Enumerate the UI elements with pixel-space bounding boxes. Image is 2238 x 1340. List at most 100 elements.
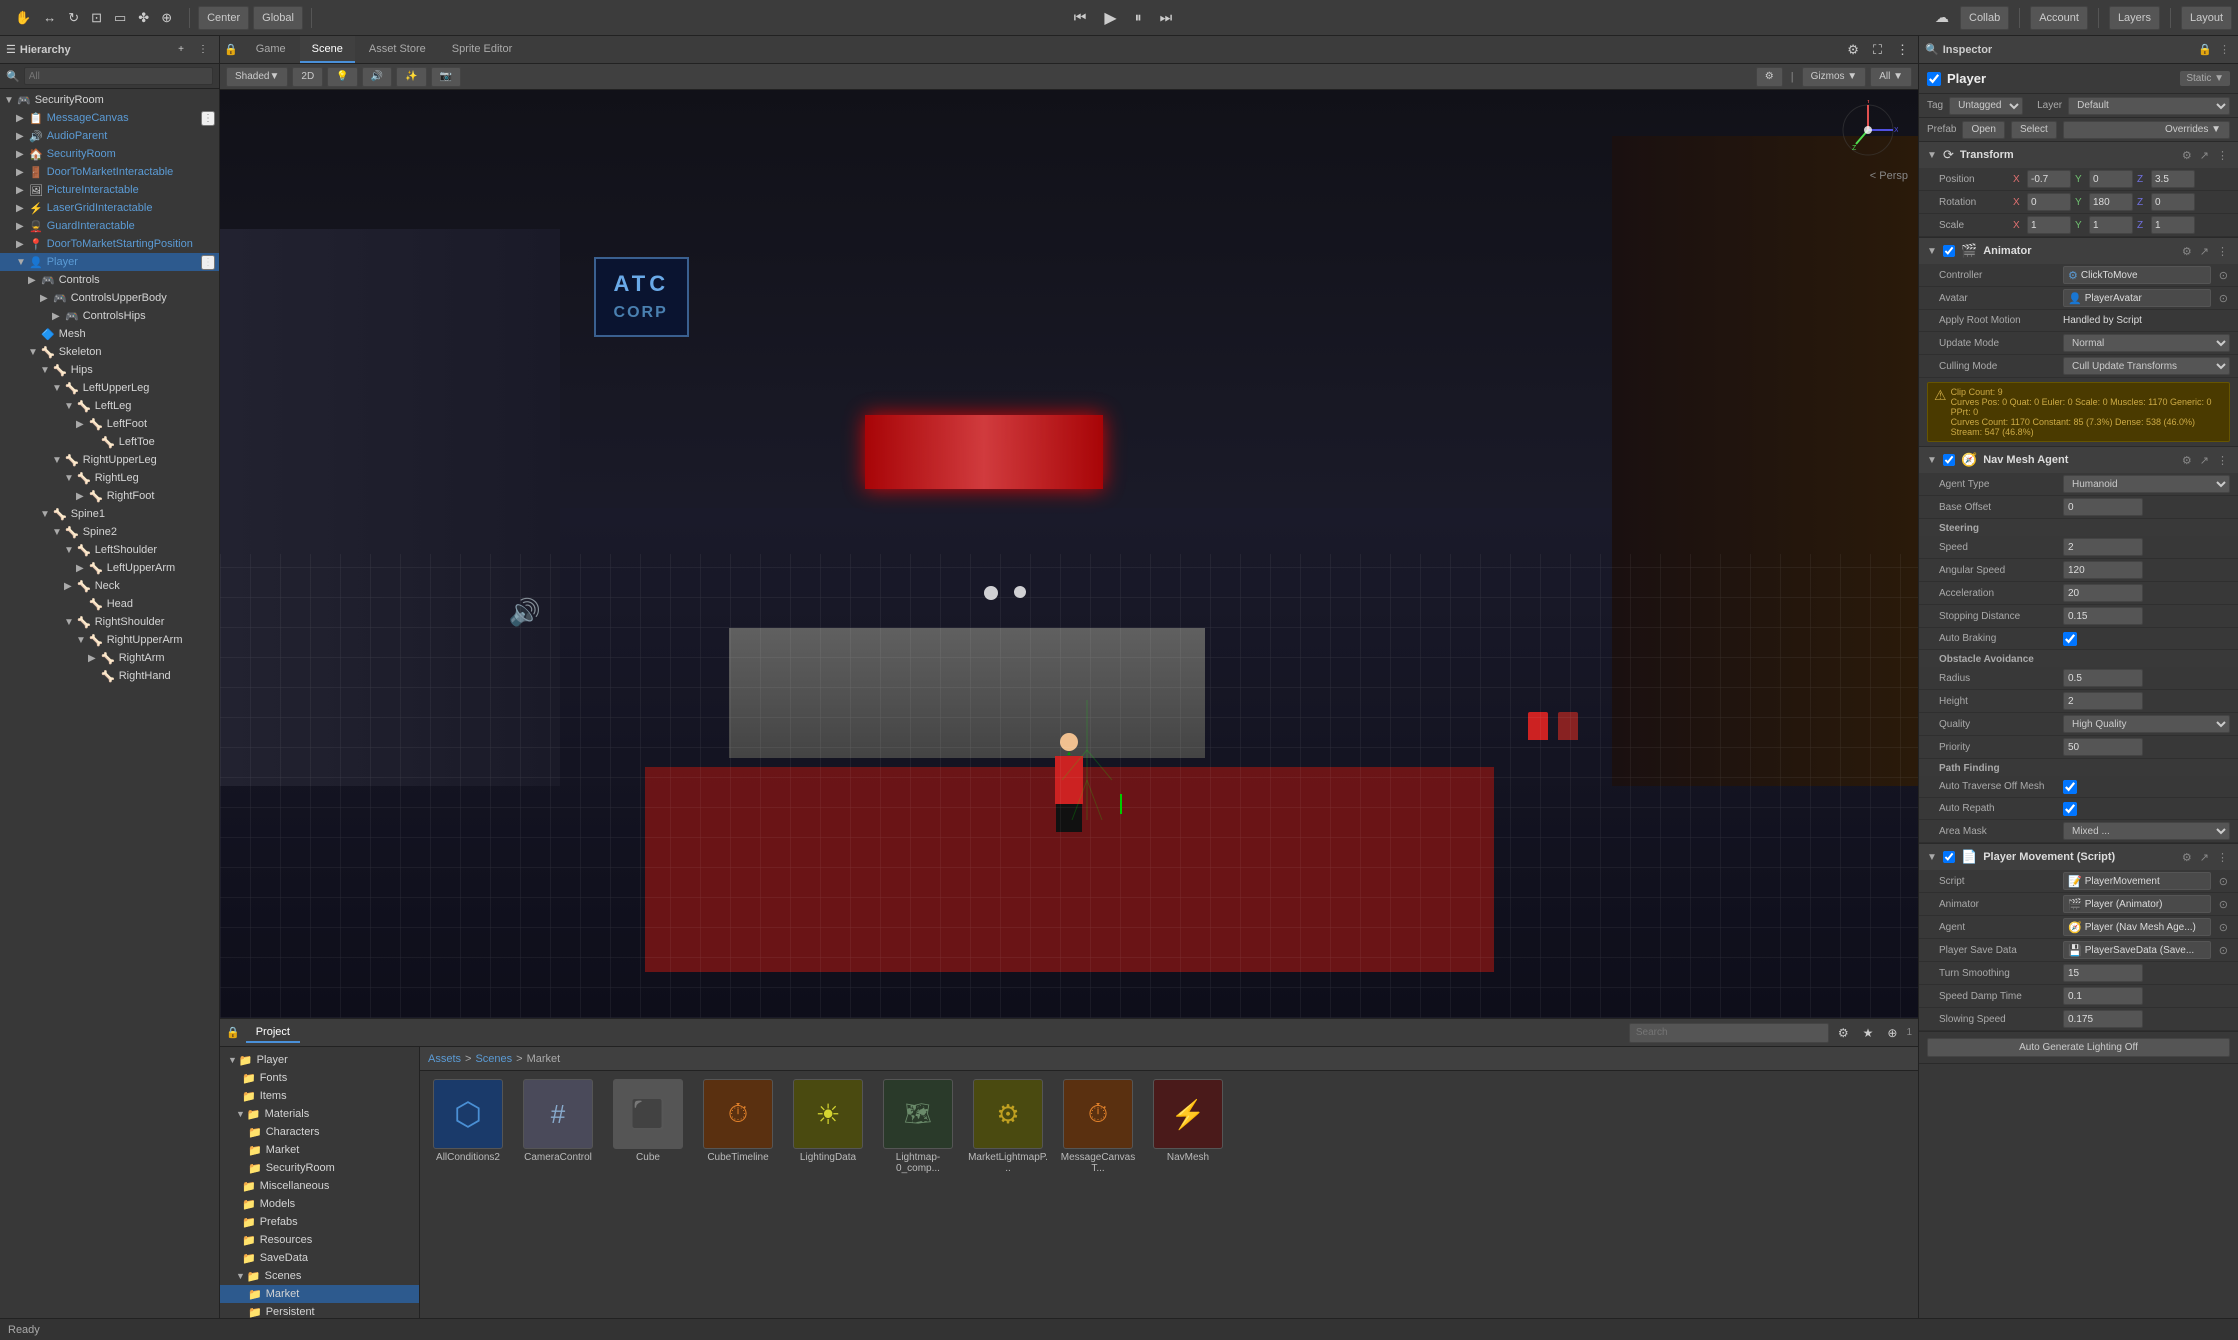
comp-ref-btn[interactable]: ↗ bbox=[2198, 245, 2211, 258]
hierarchy-item-player[interactable]: ▼ 👤 Player ⋮ bbox=[0, 253, 219, 271]
obj-enabled-checkbox[interactable] bbox=[1927, 72, 1941, 86]
asset-item-messagecanvas[interactable]: ⏱ MessageCanvasT... bbox=[1058, 1079, 1138, 1310]
hierarchy-item-audioparent[interactable]: ▶ 🔊 AudioParent bbox=[0, 127, 219, 145]
hierarchy-item-doorstarting[interactable]: ▶ 📍 DoorToMarketStartingPosition bbox=[0, 235, 219, 253]
nav-mesh-agent-header[interactable]: ▼ 🧭 Nav Mesh Agent ⚙ ↗ ⋮ bbox=[1919, 447, 2238, 473]
quality-dropdown[interactable]: High Quality bbox=[2063, 715, 2230, 733]
hierarchy-item-leftupperarm[interactable]: ▶ 🦴 LeftUpperArm bbox=[0, 559, 219, 577]
scene-settings-btn[interactable]: ⚙ bbox=[1842, 38, 1864, 62]
prefab-select-btn[interactable]: Select bbox=[2011, 121, 2057, 139]
comp-menu-btn[interactable]: ⋮ bbox=[2215, 245, 2230, 258]
hierarchy-item-controlsupperbody[interactable]: ▶ 🎮 ControlsUpperBody bbox=[0, 289, 219, 307]
step-btn[interactable]: ⏭ bbox=[1155, 6, 1178, 30]
hierarchy-item-rightarm[interactable]: ▶ 🦴 RightArm bbox=[0, 649, 219, 667]
item-menu-btn[interactable]: ⋮ bbox=[201, 111, 215, 126]
play-back-btn[interactable]: ⏮ bbox=[1069, 6, 1092, 30]
all-layers-btn[interactable]: All ▼ bbox=[1870, 67, 1912, 87]
player-save-data-ref[interactable]: 💾 PlayerSaveData (Save... bbox=[2063, 941, 2211, 959]
asset-item-lightmap[interactable]: 🗺 Lightmap-0_comp... bbox=[878, 1079, 958, 1310]
area-mask-dropdown[interactable]: Mixed ... bbox=[2063, 822, 2230, 840]
comp-settings-btn[interactable]: ⚙ bbox=[2180, 149, 2194, 162]
project-settings-btn[interactable]: ⚙ bbox=[1833, 1021, 1854, 1045]
asset-item-navmesh[interactable]: ⚡ NavMesh bbox=[1148, 1079, 1228, 1310]
auto-braking-checkbox[interactable] bbox=[2063, 632, 2077, 646]
hierarchy-item-neck[interactable]: ▶ 🦴 Neck bbox=[0, 577, 219, 595]
comp-menu-btn[interactable]: ⋮ bbox=[2215, 851, 2230, 864]
acceleration-input[interactable] bbox=[2063, 584, 2143, 602]
scale-tool-btn[interactable]: ⊡ bbox=[86, 6, 107, 30]
hierarchy-item-controlships[interactable]: ▶ 🎮 ControlsHips bbox=[0, 307, 219, 325]
asset-item-cubetimeline[interactable]: ⏱ CubeTimeline bbox=[698, 1079, 778, 1310]
hierarchy-search-input[interactable] bbox=[24, 67, 213, 85]
radius-input[interactable] bbox=[2063, 669, 2143, 687]
hierarchy-item-spine2[interactable]: ▼ 🦴 Spine2 bbox=[0, 523, 219, 541]
position-x-input[interactable] bbox=[2027, 170, 2071, 188]
auto-repath-checkbox[interactable] bbox=[2063, 802, 2077, 816]
item-menu-btn[interactable]: ⋮ bbox=[201, 255, 215, 270]
asset-item-allconditions2[interactable]: ⬡ AllConditions2 bbox=[428, 1079, 508, 1310]
update-mode-dropdown[interactable]: Normal bbox=[2063, 334, 2230, 352]
stopping-distance-input[interactable] bbox=[2063, 607, 2143, 625]
hierarchy-item-mesh[interactable]: 🔷 Mesh bbox=[0, 325, 219, 343]
folder-item-market[interactable]: 📁 Market bbox=[220, 1141, 419, 1159]
hierarchy-item-righthand[interactable]: 🦴 RightHand bbox=[0, 667, 219, 685]
asset-item-lightingdata[interactable]: ☀ LightingData bbox=[788, 1079, 868, 1310]
comp-settings-btn[interactable]: ⚙ bbox=[2180, 851, 2194, 864]
navmesh-enabled-checkbox[interactable] bbox=[1943, 454, 1955, 466]
agent-type-dropdown[interactable]: Humanoid bbox=[2063, 475, 2230, 493]
hierarchy-item-leftupperleg[interactable]: ▼ 🦴 LeftUpperLeg bbox=[0, 379, 219, 397]
priority-input[interactable] bbox=[2063, 738, 2143, 756]
transform-header[interactable]: ▼ ⟳ Transform ⚙ ↗ ⋮ bbox=[1919, 142, 2238, 168]
hierarchy-item-rightshoulder[interactable]: ▼ 🦴 RightShoulder bbox=[0, 613, 219, 631]
rotate-tool-btn[interactable]: ↻ bbox=[63, 6, 84, 30]
tab-project[interactable]: Project bbox=[246, 1023, 300, 1043]
hierarchy-item-messagecanvas[interactable]: ▶ 📋 MessageCanvas ⋮ bbox=[0, 109, 219, 127]
tab-game[interactable]: Game bbox=[244, 36, 298, 63]
folder-item-misc[interactable]: 📁 Miscellaneous bbox=[220, 1177, 419, 1195]
hand-tool-btn[interactable]: ✋ bbox=[10, 6, 36, 30]
hierarchy-item-guard[interactable]: ▶ 💂 GuardInteractable bbox=[0, 217, 219, 235]
controller-target-btn[interactable]: ⊙ bbox=[2217, 269, 2230, 282]
breadcrumb-assets[interactable]: Assets bbox=[428, 1053, 461, 1065]
project-star-btn[interactable]: ★ bbox=[1858, 1021, 1879, 1045]
hierarchy-item-lasergrid[interactable]: ▶ ⚡ LaserGridInteractable bbox=[0, 199, 219, 217]
layout-btn[interactable]: Layout bbox=[2181, 6, 2232, 30]
animator-header[interactable]: ▼ 🎬 Animator ⚙ ↗ ⋮ bbox=[1919, 238, 2238, 264]
height-input[interactable] bbox=[2063, 692, 2143, 710]
hierarchy-item-doortomarket[interactable]: ▶ 🚪 DoorToMarketInteractable bbox=[0, 163, 219, 181]
comp-ref-btn[interactable]: ↗ bbox=[2198, 851, 2211, 864]
breadcrumb-scenes[interactable]: Scenes bbox=[475, 1053, 512, 1065]
auto-traverse-checkbox[interactable] bbox=[2063, 780, 2077, 794]
comp-menu-btn[interactable]: ⋮ bbox=[2215, 454, 2230, 467]
hierarchy-item-securityroom-root[interactable]: ▼ 🎮 SecurityRoom bbox=[0, 91, 219, 109]
rotation-x-input[interactable] bbox=[2027, 193, 2071, 211]
extra-tool-btn[interactable]: ⊕ bbox=[156, 6, 177, 30]
folder-item-market-scene[interactable]: 📁 Market bbox=[220, 1285, 419, 1303]
comp-settings-btn[interactable]: ⚙ bbox=[2180, 245, 2194, 258]
hierarchy-menu-btn[interactable]: ⋮ bbox=[193, 38, 213, 62]
speed-damp-time-input[interactable] bbox=[2063, 987, 2143, 1005]
agent-target-btn[interactable]: ⊙ bbox=[2217, 921, 2230, 934]
fx-btn[interactable]: ✨ bbox=[396, 67, 426, 87]
scale-y-input[interactable] bbox=[2089, 216, 2133, 234]
breadcrumb-market[interactable]: Market bbox=[527, 1053, 561, 1065]
folder-item-player[interactable]: ▼ 📁 Player bbox=[220, 1051, 419, 1069]
scene-view-tools[interactable]: ⚙ bbox=[1756, 67, 1783, 87]
animator-enabled-checkbox[interactable] bbox=[1943, 245, 1955, 257]
rect-tool-btn[interactable]: ▭ bbox=[109, 6, 131, 30]
move-tool-btn[interactable]: ↔ bbox=[38, 6, 61, 30]
hierarchy-item-head[interactable]: 🦴 Head bbox=[0, 595, 219, 613]
folder-item-securityroom-mat[interactable]: 📁 SecurityRoom bbox=[220, 1159, 419, 1177]
hierarchy-add-btn[interactable]: + bbox=[173, 38, 189, 62]
folder-item-fonts[interactable]: 📁 Fonts bbox=[220, 1069, 419, 1087]
hierarchy-item-rightfoot[interactable]: ▶ 🦴 RightFoot bbox=[0, 487, 219, 505]
project-zoom-btn[interactable]: ⊕ bbox=[1882, 1021, 1902, 1045]
hierarchy-item-spine1[interactable]: ▼ 🦴 Spine1 bbox=[0, 505, 219, 523]
hierarchy-item-leftfoot[interactable]: ▶ 🦴 LeftFoot bbox=[0, 415, 219, 433]
scene-view-camera-btn[interactable]: 📷 bbox=[431, 67, 461, 87]
hierarchy-item-hips[interactable]: ▼ 🦴 Hips bbox=[0, 361, 219, 379]
scale-z-input[interactable] bbox=[2151, 216, 2195, 234]
tab-sprite-editor[interactable]: Sprite Editor bbox=[440, 36, 525, 63]
folder-item-prefabs[interactable]: 📁 Prefabs bbox=[220, 1213, 419, 1231]
inspector-lock-btn[interactable]: 🔒 bbox=[2196, 43, 2214, 56]
